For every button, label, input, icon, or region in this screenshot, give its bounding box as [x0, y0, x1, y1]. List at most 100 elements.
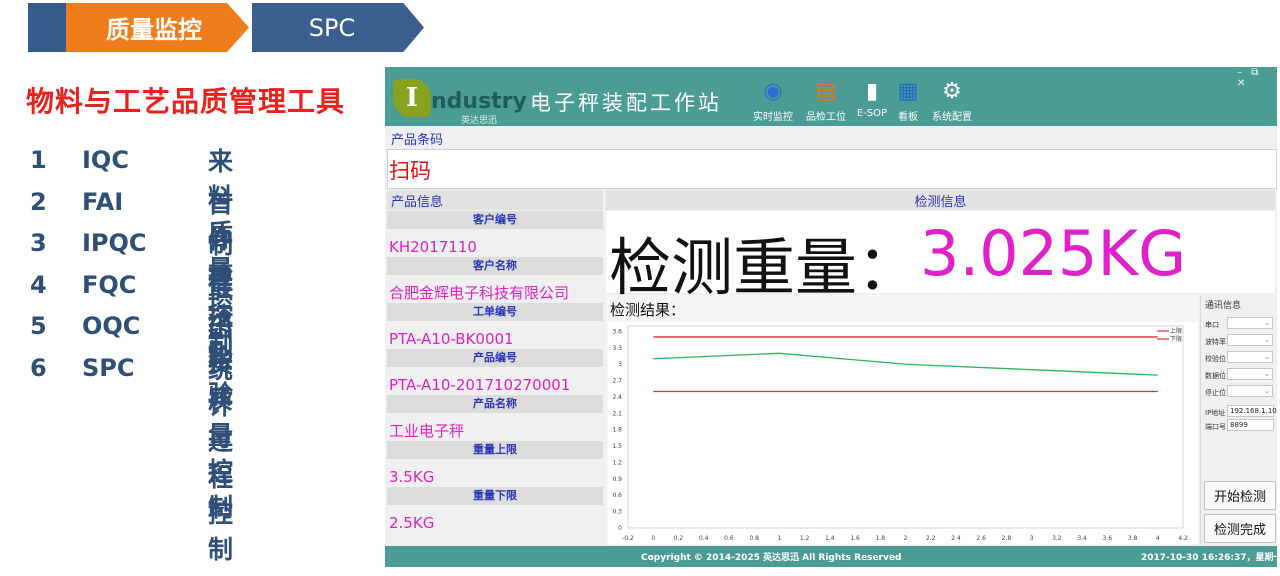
serial-port-select[interactable]: ⌄	[1227, 317, 1273, 329]
field-value: 工业电子秤	[389, 422, 465, 440]
field-value: KH2017110	[389, 238, 477, 256]
app-header: I ndustry 英达思迅 电子秤装配工作站 – ⧉ ✕ ◉ 实时监控 ▤ 品…	[385, 67, 1277, 126]
parity-select[interactable]: ⌄	[1227, 351, 1273, 363]
y-tick-label: 1.8	[612, 427, 622, 434]
logo-icon: I	[393, 79, 431, 117]
detection-info-header: 检测信息	[606, 190, 1275, 210]
app-footer: Copyright © 2014-2025 英达思迅 All Rights Re…	[385, 546, 1277, 567]
y-tick-label: 3	[618, 361, 622, 368]
comm-row: 数据位 ⌄	[1203, 368, 1275, 382]
comm-row: 校验位 ⌄	[1203, 351, 1275, 365]
app-window: I ndustry 英达思迅 电子秤装配工作站 – ⧉ ✕ ◉ 实时监控 ▤ 品…	[385, 67, 1277, 567]
comm-label: 数据位	[1205, 372, 1226, 380]
barcode-input[interactable]	[387, 149, 1277, 189]
comm-row: 停止位 ⌄	[1203, 385, 1275, 399]
legend-label: 下限	[1170, 335, 1182, 343]
x-tick-label: 0.8	[749, 535, 759, 542]
banner-tab-quality-monitor[interactable]: 质量监控	[66, 3, 249, 52]
tool-desc: 统计过程控制	[208, 354, 234, 564]
field-value: 3.5KG	[389, 468, 435, 486]
window-controls[interactable]: – ⧉ ✕	[1237, 67, 1277, 89]
y-tick-label: 3.3	[612, 345, 622, 352]
datetime-text: 2017-10-30 16:26:37，星期一	[1141, 553, 1277, 563]
tool-code: SPC	[82, 353, 135, 382]
toolbar-label: 系统配置	[932, 112, 972, 123]
logo-subtitle: 英达思迅	[461, 116, 498, 126]
x-tick-label: 1.4	[825, 535, 835, 542]
x-tick-label: 3.8	[1128, 535, 1138, 542]
start-detection-button[interactable]: 开始检测	[1204, 481, 1276, 510]
field-value: 合肥金辉电子科技有限公司	[389, 284, 570, 302]
y-tick-label: 2.7	[612, 378, 622, 385]
stop-bits-select[interactable]: ⌄	[1227, 385, 1273, 397]
toolbar-board-button[interactable]: ▦ 看板	[883, 77, 933, 124]
y-tick-label: 1.2	[612, 459, 622, 466]
left-panel-title: 物料与工艺品质管理工具	[26, 85, 346, 118]
banner-left-block	[28, 3, 66, 52]
toolbar-system-config-button[interactable]: ⚙ 系统配置	[927, 77, 977, 124]
field-label: 产品名称	[387, 395, 603, 413]
weight-display-right	[1198, 211, 1275, 293]
banner-tab-spc[interactable]: SPC	[252, 3, 424, 52]
toolbar-inspection-station-button[interactable]: ▤ 品检工位	[801, 77, 851, 124]
legend-label: 上限	[1170, 327, 1182, 335]
x-tick-label: 0	[651, 535, 655, 542]
comm-title: 通讯信息	[1205, 301, 1242, 311]
x-tick-label: 3	[1030, 535, 1034, 542]
x-tick-label: 3.2	[1052, 535, 1062, 542]
x-tick-label: 2.4	[951, 535, 961, 542]
x-tick-label: 1.8	[875, 535, 885, 542]
field-label: 产品编号	[387, 349, 603, 367]
field-label: 工单编号	[387, 303, 603, 321]
logo-text: ndustry	[431, 89, 527, 114]
field-label: 重量上限	[387, 441, 603, 459]
result-label: 检测结果：	[610, 301, 686, 319]
barcode-value: 扫码	[389, 159, 431, 183]
comm-label: 波特率	[1205, 338, 1226, 346]
comm-row: IP地址 192.168.1.102	[1203, 405, 1277, 419]
x-tick-label: 0.6	[724, 535, 734, 542]
globe-monitor-icon: ◉	[763, 78, 783, 104]
product-info-title: 产品信息	[391, 195, 444, 210]
port-input[interactable]: 8899	[1227, 419, 1274, 431]
tool-code: FAI	[82, 187, 124, 216]
x-tick-label: 0.4	[699, 535, 709, 542]
x-tick-label: 4.2	[1178, 535, 1188, 542]
toolbar-label: 看板	[898, 112, 918, 123]
tool-number: 4	[30, 270, 47, 299]
x-tick-label: 4	[1156, 535, 1160, 542]
tool-number: 2	[30, 187, 47, 216]
y-tick-label: 0.3	[612, 509, 622, 516]
tool-number: 1	[30, 146, 47, 174]
comm-label: 校验位	[1205, 355, 1226, 363]
weight-label: 检测重量：	[609, 231, 920, 304]
y-tick-label: 2.4	[612, 394, 622, 401]
x-tick-label: 3.4	[1077, 535, 1087, 542]
tool-code: FQC	[82, 270, 137, 299]
x-tick-label: 2	[904, 535, 908, 542]
comm-label: 端口号	[1205, 423, 1226, 431]
board-icon: ▦	[897, 78, 919, 104]
tool-number: 6	[30, 353, 47, 382]
field-label: 客户名称	[387, 257, 603, 275]
tool-code: IQC	[82, 146, 129, 174]
field-value: PTA-A10-BK0001	[389, 330, 514, 348]
data-bits-select[interactable]: ⌄	[1227, 368, 1273, 380]
x-tick-label: 2.2	[926, 535, 936, 542]
x-tick-label: 3.6	[1103, 535, 1113, 542]
y-tick-label: 0.9	[612, 476, 622, 483]
toolbar-realtime-monitor-button[interactable]: ◉ 实时监控	[748, 77, 798, 124]
x-tick-label: 1.6	[850, 535, 860, 542]
inspection-icon: ▤	[815, 78, 837, 104]
finish-detection-button[interactable]: 检测完成	[1204, 514, 1276, 543]
x-tick-label: 1.2	[800, 535, 810, 542]
baud-rate-select[interactable]: ⌄	[1227, 334, 1273, 346]
y-tick-label: 0	[618, 525, 622, 532]
barcode-label: 产品条码	[391, 133, 444, 148]
comm-row: 串口 ⌄	[1203, 317, 1275, 331]
comm-label: 停止位	[1205, 389, 1226, 397]
field-value: 2.5KG	[389, 514, 435, 532]
detection-info-title: 检测信息	[914, 195, 967, 210]
ip-address-input[interactable]: 192.168.1.102	[1227, 405, 1277, 417]
y-tick-label: 3.6	[612, 328, 622, 335]
